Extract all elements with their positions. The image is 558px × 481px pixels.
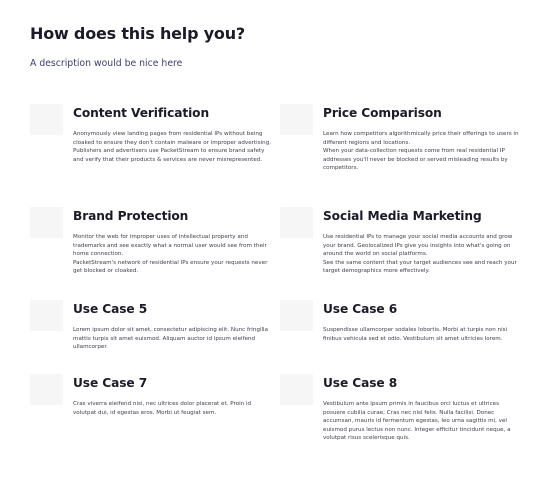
card-paragraph: Cras viverra eleifend nisi, nec ultrices… <box>73 401 252 416</box>
feature-icon-placeholder <box>280 374 313 405</box>
page-subtitle: A description would be nice here <box>30 58 183 69</box>
card-description: Monitor the web for improper uses of int… <box>73 233 273 276</box>
card-title: Use Case 8 <box>323 376 398 390</box>
page-title: How does this help you? <box>30 24 245 43</box>
card-paragraph: Suspendisse ullamcorper sodales lobortis… <box>323 327 508 342</box>
feature-icon-placeholder <box>280 207 313 238</box>
card-paragraph: Vestibulum ante ipsum primis in faucibus… <box>323 401 511 441</box>
card-paragraph: PacketStream's network of residential IP… <box>73 259 268 275</box>
card-title: Use Case 6 <box>323 302 398 316</box>
card-description: Use residential IPs to manage your socia… <box>323 233 523 276</box>
feature-icon-placeholder <box>30 207 63 238</box>
card-paragraph: Lorem ipsum dolor sit amet, consectetur … <box>73 327 269 350</box>
card-description: Learn how competitors algorithmically pr… <box>323 130 523 173</box>
feature-icon-placeholder <box>30 374 63 405</box>
feature-icon-placeholder <box>280 300 313 331</box>
card-title: Content Verification <box>73 106 210 120</box>
card-paragraph: Monitor the web for improper uses of int… <box>73 234 267 257</box>
card-title: Price Comparison <box>323 106 442 120</box>
card-title: Use Case 5 <box>73 302 148 316</box>
feature-icon-placeholder <box>280 104 313 135</box>
card-paragraph: Use residential IPs to manage your socia… <box>323 234 513 257</box>
card-description: Anonymously view landing pages from resi… <box>73 130 273 164</box>
card-paragraph: Anonymously view landing pages from resi… <box>73 131 272 146</box>
feature-icon-placeholder <box>30 104 63 135</box>
card-title: Social Media Marketing <box>323 209 482 223</box>
card-description: Lorem ipsum dolor sit amet, consectetur … <box>73 326 273 352</box>
card-paragraph: When your data-collection requests come … <box>323 148 508 171</box>
card-paragraph: Publishers and advertisers use PacketStr… <box>73 148 265 163</box>
card-paragraph: Learn how competitors algorithmically pr… <box>323 131 519 146</box>
card-title: Use Case 7 <box>73 376 148 390</box>
card-description: Suspendisse ullamcorper sodales lobortis… <box>323 326 523 343</box>
card-title: Brand Protection <box>73 209 189 223</box>
card-description: Vestibulum ante ipsum primis in faucibus… <box>323 400 523 443</box>
card-description: Cras viverra eleifend nisi, nec ultrices… <box>73 400 273 417</box>
feature-icon-placeholder <box>30 300 63 331</box>
card-paragraph: See the same content that your target au… <box>323 259 517 275</box>
